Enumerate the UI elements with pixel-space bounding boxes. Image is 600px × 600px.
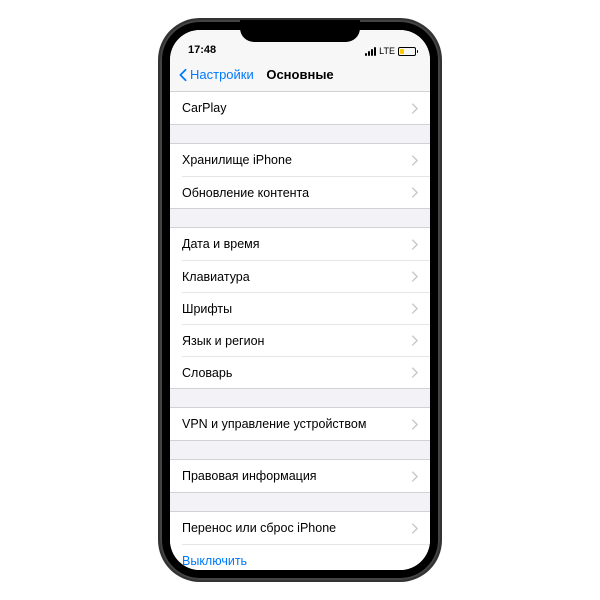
row-label: Дата и время <box>182 237 260 251</box>
chevron-right-icon <box>411 367 418 378</box>
row-label: Хранилище iPhone <box>182 153 292 167</box>
chevron-right-icon <box>411 303 418 314</box>
page-title: Основные <box>266 67 333 82</box>
settings-row[interactable]: Обновление контента <box>182 176 430 208</box>
settings-row[interactable]: Правовая информация <box>170 460 430 492</box>
status-time: 17:48 <box>188 44 216 56</box>
phone-frame: 17:48 LTE Настройки Основные CarPlay Хран… <box>160 20 440 580</box>
settings-group: Перенос или сброс iPhone Выключить <box>170 511 430 570</box>
settings-row[interactable]: Перенос или сброс iPhone <box>170 512 430 544</box>
back-button[interactable]: Настройки <box>178 67 254 82</box>
row-label: CarPlay <box>182 101 226 115</box>
chevron-right-icon <box>411 523 418 534</box>
chevron-right-icon <box>411 471 418 482</box>
settings-row[interactable]: CarPlay <box>170 92 430 124</box>
chevron-right-icon <box>411 239 418 250</box>
row-label: Выключить <box>182 554 247 568</box>
row-label: Язык и регион <box>182 334 264 348</box>
row-label: Обновление контента <box>182 186 309 200</box>
settings-row[interactable]: Выключить <box>182 544 430 570</box>
chevron-left-icon <box>178 68 188 82</box>
row-label: Клавиатура <box>182 270 250 284</box>
chevron-right-icon <box>411 103 418 114</box>
chevron-right-icon <box>411 335 418 346</box>
network-label: LTE <box>379 46 395 56</box>
settings-row[interactable]: Хранилище iPhone <box>170 144 430 176</box>
settings-row[interactable]: Язык и регион <box>182 324 430 356</box>
row-label: Словарь <box>182 366 232 380</box>
battery-icon <box>398 47 416 56</box>
row-label: Шрифты <box>182 302 232 316</box>
screen: 17:48 LTE Настройки Основные CarPlay Хран… <box>170 30 430 570</box>
settings-row[interactable]: Дата и время <box>170 228 430 260</box>
row-label: Перенос или сброс iPhone <box>182 521 336 535</box>
status-right: LTE <box>365 46 416 56</box>
nav-bar: Настройки Основные <box>170 58 430 92</box>
settings-group: Правовая информация <box>170 459 430 493</box>
settings-row[interactable]: Словарь <box>182 356 430 388</box>
settings-row[interactable]: VPN и управление устройством <box>170 408 430 440</box>
chevron-right-icon <box>411 271 418 282</box>
settings-row[interactable]: Клавиатура <box>182 260 430 292</box>
settings-group: CarPlay <box>170 92 430 125</box>
signal-icon <box>365 47 376 56</box>
back-label: Настройки <box>190 67 254 82</box>
content-scroll[interactable]: CarPlay Хранилище iPhone Обновление контен… <box>170 92 430 570</box>
row-label: VPN и управление устройством <box>182 417 366 431</box>
chevron-right-icon <box>411 187 418 198</box>
chevron-right-icon <box>411 155 418 166</box>
settings-row[interactable]: Шрифты <box>182 292 430 324</box>
notch <box>240 20 360 42</box>
chevron-right-icon <box>411 419 418 430</box>
row-label: Правовая информация <box>182 469 317 483</box>
settings-group: Хранилище iPhone Обновление контента <box>170 143 430 209</box>
settings-group: VPN и управление устройством <box>170 407 430 441</box>
settings-group: Дата и время Клавиатура Шрифты Язык и регио… <box>170 227 430 389</box>
